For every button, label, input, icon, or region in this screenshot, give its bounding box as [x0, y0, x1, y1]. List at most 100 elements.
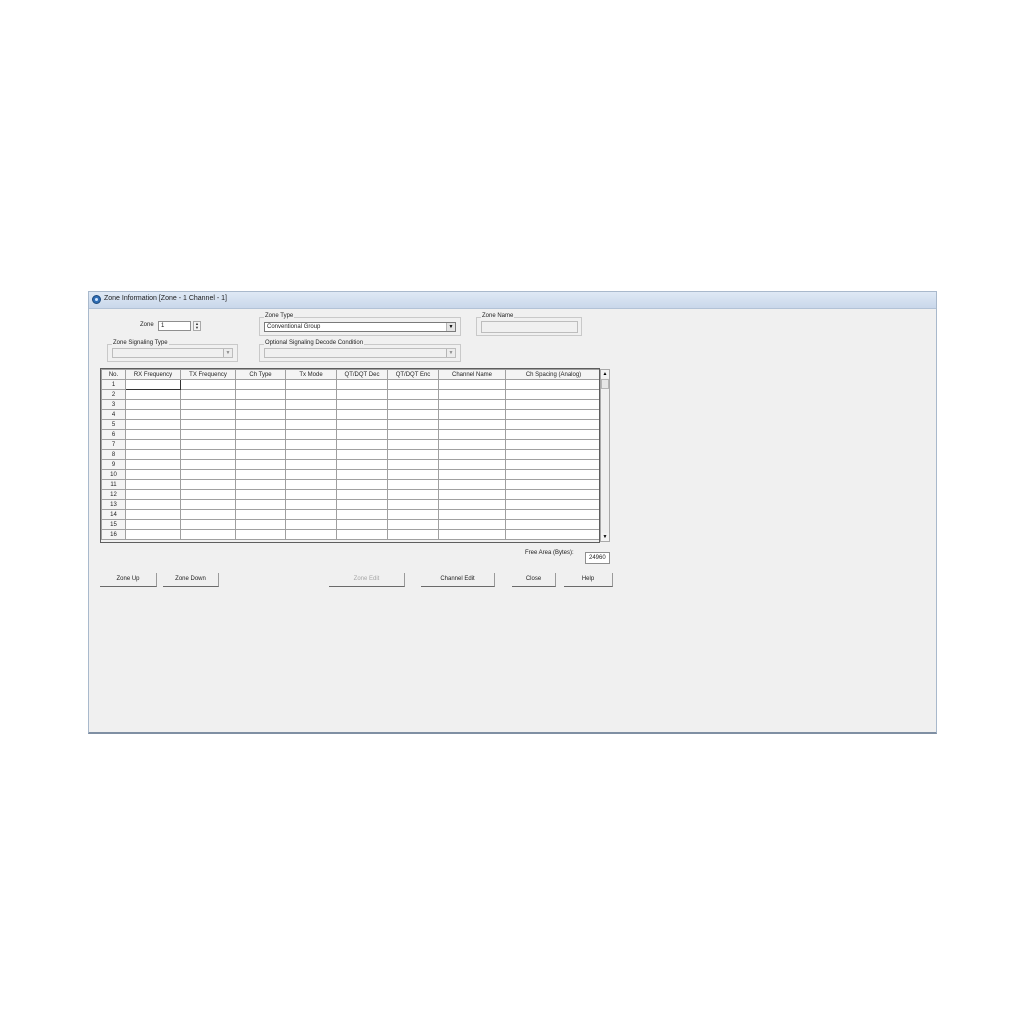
table-cell[interactable]: [125, 459, 181, 470]
table-cell[interactable]: [505, 479, 602, 490]
table-cell[interactable]: [336, 459, 388, 470]
table-cell[interactable]: [285, 399, 337, 410]
table-cell[interactable]: [505, 489, 602, 500]
chevron-down-icon[interactable]: ▼: [446, 349, 455, 357]
table-cell[interactable]: [285, 479, 337, 490]
column-header-qt-dqt-enc[interactable]: QT/DQT Enc: [387, 369, 439, 380]
table-cell[interactable]: [125, 429, 181, 440]
table-cell[interactable]: [285, 429, 337, 440]
channel-edit-button[interactable]: Channel Edit: [421, 573, 495, 587]
table-cell[interactable]: [125, 499, 181, 510]
table-cell[interactable]: [505, 459, 602, 470]
table-cell[interactable]: [438, 379, 506, 390]
table-cell[interactable]: [235, 479, 286, 490]
table-row[interactable]: 1: [101, 379, 602, 390]
table-row[interactable]: 3: [101, 399, 602, 410]
table-cell[interactable]: [438, 429, 506, 440]
table-cell[interactable]: [235, 449, 286, 460]
table-cell[interactable]: [336, 439, 388, 450]
table-cell[interactable]: [125, 519, 181, 530]
chevron-down-icon[interactable]: ▼: [223, 349, 232, 357]
table-cell[interactable]: [125, 469, 181, 480]
table-scrollbar[interactable]: ▲ ▼: [600, 369, 610, 542]
table-cell[interactable]: [336, 379, 388, 390]
table-cell[interactable]: [235, 499, 286, 510]
table-cell[interactable]: [505, 529, 602, 540]
table-cell[interactable]: [438, 499, 506, 510]
table-cell[interactable]: [235, 469, 286, 480]
table-cell[interactable]: [438, 509, 506, 520]
table-row[interactable]: 7: [101, 439, 602, 450]
table-cell[interactable]: [285, 459, 337, 470]
zone-input[interactable]: 1: [158, 321, 191, 331]
table-cell[interactable]: [336, 419, 388, 430]
chevron-down-icon[interactable]: ▼: [446, 323, 455, 331]
table-cell[interactable]: [285, 519, 337, 530]
table-cell[interactable]: [438, 399, 506, 410]
table-cell[interactable]: [180, 489, 236, 500]
table-cell[interactable]: [125, 529, 181, 540]
table-cell[interactable]: [387, 379, 439, 390]
table-cell[interactable]: [438, 409, 506, 420]
table-row[interactable]: 14: [101, 509, 602, 520]
table-cell[interactable]: [180, 399, 236, 410]
table-cell[interactable]: [438, 529, 506, 540]
table-row[interactable]: 6: [101, 429, 602, 440]
table-cell[interactable]: [438, 439, 506, 450]
table-cell[interactable]: [505, 399, 602, 410]
table-cell[interactable]: [235, 489, 286, 500]
table-row[interactable]: 10: [101, 469, 602, 480]
table-cell[interactable]: [180, 519, 236, 530]
table-cell[interactable]: [125, 479, 181, 490]
table-cell[interactable]: [505, 509, 602, 520]
table-cell[interactable]: [505, 519, 602, 530]
table-cell[interactable]: [285, 379, 337, 390]
table-cell[interactable]: [336, 529, 388, 540]
table-cell[interactable]: [285, 509, 337, 520]
table-cell[interactable]: [125, 419, 181, 430]
table-row[interactable]: 16: [101, 529, 602, 540]
table-row[interactable]: 4: [101, 409, 602, 420]
table-row[interactable]: 5: [101, 419, 602, 430]
table-cell[interactable]: [438, 459, 506, 470]
table-cell[interactable]: [336, 429, 388, 440]
table-cell[interactable]: [438, 479, 506, 490]
table-cell[interactable]: [235, 379, 286, 390]
table-row[interactable]: 13: [101, 499, 602, 510]
table-cell[interactable]: [235, 409, 286, 420]
table-cell[interactable]: [387, 409, 439, 420]
table-cell[interactable]: [180, 529, 236, 540]
table-cell[interactable]: [387, 399, 439, 410]
table-cell[interactable]: [387, 509, 439, 520]
table-cell[interactable]: [125, 409, 181, 420]
table-cell[interactable]: [180, 389, 236, 400]
table-cell[interactable]: [387, 479, 439, 490]
table-cell[interactable]: [235, 419, 286, 430]
table-cell[interactable]: [505, 499, 602, 510]
table-cell[interactable]: [336, 489, 388, 500]
table-cell[interactable]: [438, 519, 506, 530]
table-cell[interactable]: [235, 509, 286, 520]
table-cell[interactable]: [505, 469, 602, 480]
table-cell[interactable]: [336, 399, 388, 410]
table-cell[interactable]: [235, 439, 286, 450]
zone-down-button[interactable]: Zone Down: [163, 573, 219, 587]
zone-name-input[interactable]: [481, 321, 578, 333]
table-cell[interactable]: [180, 439, 236, 450]
table-cell[interactable]: [285, 499, 337, 510]
table-cell[interactable]: [125, 489, 181, 500]
scroll-down-icon[interactable]: ▼: [601, 533, 609, 541]
table-row[interactable]: 9: [101, 459, 602, 470]
table-cell[interactable]: [336, 409, 388, 420]
column-header-channel-name[interactable]: Channel Name: [438, 369, 506, 380]
scroll-up-icon[interactable]: ▲: [601, 370, 609, 378]
scroll-thumb[interactable]: [601, 379, 609, 389]
table-cell[interactable]: [285, 489, 337, 500]
table-row[interactable]: 2: [101, 389, 602, 400]
table-cell[interactable]: [180, 479, 236, 490]
zone-type-select[interactable]: Conventional Group ▼: [264, 322, 456, 332]
table-cell[interactable]: [180, 469, 236, 480]
table-cell[interactable]: [387, 459, 439, 470]
help-button[interactable]: Help: [564, 573, 613, 587]
table-cell[interactable]: [505, 419, 602, 430]
